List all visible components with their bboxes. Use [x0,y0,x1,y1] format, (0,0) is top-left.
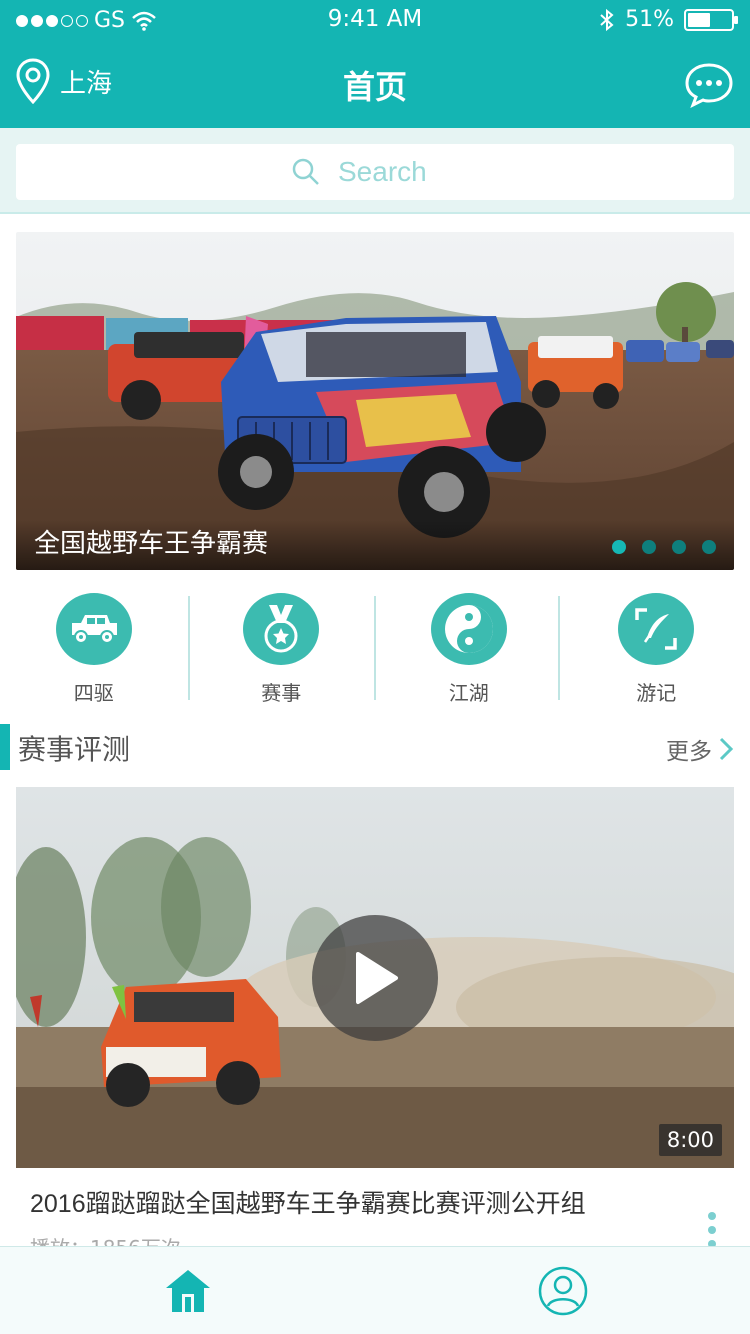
quill-pen-icon [618,593,695,665]
status-right: 51% [599,7,738,32]
video-duration: 8:00 [658,1124,722,1156]
category-divider [558,596,560,700]
tab-profile[interactable] [375,1247,750,1334]
search-icon [292,158,319,185]
battery-icon [684,8,738,31]
category-travelogue[interactable]: 游记 [563,590,750,706]
bluetooth-icon [600,8,614,31]
pagination-dot[interactable] [702,540,716,554]
message-button[interactable] [684,62,734,112]
yin-yang-icon [430,593,507,665]
section-title: 赛事评测 [18,733,131,766]
pagination-dot[interactable] [612,540,626,554]
category-divider [374,596,376,700]
banner-pagination[interactable] [612,540,716,554]
section-header: 赛事评测 更多 [0,722,750,772]
hero-banner[interactable]: 全国越野车王争霸赛 [16,232,734,570]
category-label: 四驱 [73,681,114,705]
jeep-icon [55,593,132,665]
category-events[interactable]: 赛事 [188,590,376,706]
home-icon [165,1269,210,1312]
category-jianghu[interactable]: 江湖 [375,590,563,706]
video-thumbnail[interactable]: 8:00 [16,787,734,1168]
chevron-right-icon [719,737,734,761]
category-divider [188,596,190,700]
top-bar: GS 9:41 AM 51% 上海 首页 [0,0,750,128]
tab-home[interactable] [0,1247,375,1334]
category-label: 江湖 [448,681,489,705]
chat-bubble-icon [685,63,733,109]
medal-icon [243,593,320,665]
pagination-dot[interactable] [672,540,686,554]
category-label: 游记 [636,681,677,705]
battery-percent: 51% [625,7,674,32]
banner-caption: 全国越野车王争霸赛 [34,529,269,559]
category-4wd[interactable]: 四驱 [0,590,188,706]
pagination-dot[interactable] [642,540,656,554]
play-icon [356,952,398,1004]
more-label: 更多 [666,739,712,765]
search-box[interactable] [16,144,734,200]
more-options-icon[interactable] [708,1212,716,1248]
more-link[interactable]: 更多 [666,732,734,766]
status-bar: GS 9:41 AM 51% [0,0,750,40]
video-title[interactable]: 2016蹓跶蹓跶全国越野车王争霸赛比赛评测公开组 [30,1184,586,1220]
profile-icon [538,1266,587,1315]
nav-bar: 上海 首页 [0,40,750,128]
category-label: 赛事 [261,681,302,705]
play-button[interactable] [312,915,438,1041]
section-accent-bar [0,724,10,770]
search-input[interactable] [338,156,458,188]
page-title: 首页 [342,68,407,106]
search-area [0,128,750,214]
tab-bar [0,1246,750,1334]
